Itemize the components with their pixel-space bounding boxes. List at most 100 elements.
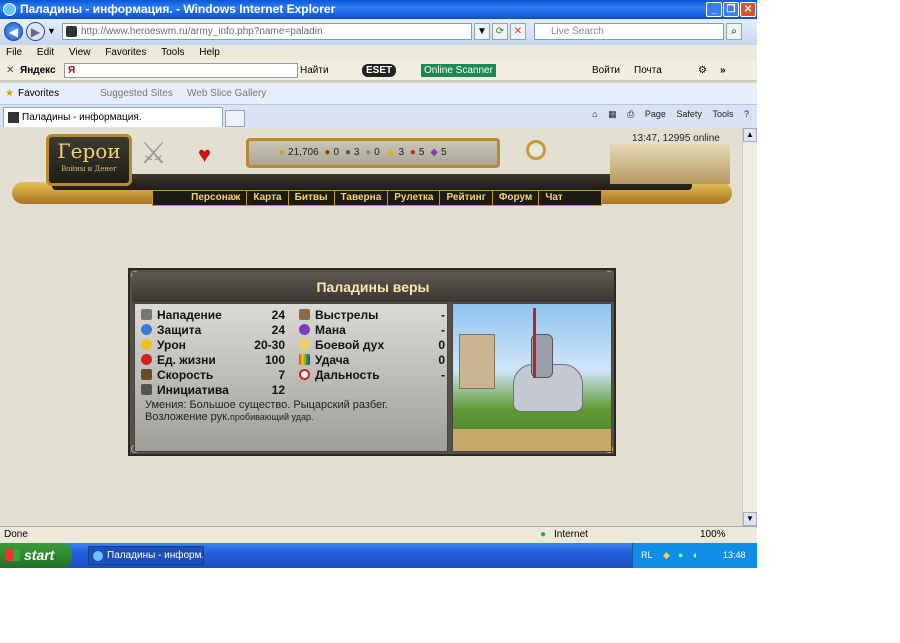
nav-map[interactable]: Карта [247,191,289,205]
logo-subtitle: Войны и Денег [61,165,117,173]
print-icon[interactable]: ⎙ [627,109,634,119]
menu-edit[interactable]: Edit [37,47,54,58]
vertical-scrollbar[interactable]: ▲ ▼ [742,128,757,526]
stat-health-label: Ед. жизни [157,353,216,367]
back-button[interactable]: ◀ [4,22,23,41]
address-row: ◀ ▶ ▼ http://www.heroeswm.ru/army_info.p… [0,19,757,45]
volume-icon[interactable]: ◐ [693,543,698,568]
nav-rating[interactable]: Рейтинг [440,191,493,205]
stat-morale: Боевой дух [299,338,384,352]
page-menu[interactable]: Page [645,109,666,119]
language-indicator[interactable]: RL [641,543,653,568]
yandex-find-button[interactable]: Найти [300,60,329,81]
windows-logo-icon [6,549,20,561]
yandex-brand[interactable]: Яндекс [20,60,56,81]
logo-title: Герои [57,139,121,163]
sulfur-icon: ▲ [385,147,396,158]
crystal-icon: ● [409,147,416,158]
unit-skills: Умения: Большое существо. Рыцарский разб… [145,399,445,423]
compatibility-icon[interactable]: ▼ [474,23,490,40]
wood-icon: ● [324,147,331,158]
site-favicon [66,26,77,37]
status-text: Done [4,529,28,540]
taskbar-ie-window[interactable]: Паладины - информ... [88,546,204,565]
nav-forum[interactable]: Форум [493,191,540,205]
maximize-button[interactable]: ❐ [723,2,739,17]
menu-file[interactable]: File [6,47,22,58]
stat-mana-value: - [441,323,445,337]
eset-logo[interactable]: ESET [362,64,397,77]
shield-icon[interactable]: ◆ [663,543,670,568]
new-tab-button[interactable] [225,110,245,127]
mana-icon [299,324,310,335]
header-dark-base [52,174,692,190]
castle-image [610,144,730,184]
search-input[interactable]: Live Search [534,23,724,40]
stat-health: Ед. жизни [141,353,216,367]
nav-tavern[interactable]: Таверна [335,191,389,205]
gear-icon[interactable]: ⚙ [698,60,707,81]
yandex-search-input[interactable]: Я [64,63,298,78]
refresh-icon[interactable]: ⟳ [492,23,508,40]
stat-damage-label: Урон [157,338,186,352]
menu-help[interactable]: Help [199,47,220,58]
safety-menu[interactable]: Safety [676,109,702,119]
zoom-level[interactable]: 100% [700,527,726,543]
browser-window: Паладины - информация. - Windows Interne… [0,0,757,568]
home-icon[interactable]: ⌂ [592,109,597,119]
attack-icon [141,309,152,320]
speed-icon [141,369,152,380]
ring-icon[interactable] [526,140,546,160]
tab-title: Паладины - информация. [22,112,142,123]
address-url: http://www.heroeswm.ru/army_info.php?nam… [81,26,323,37]
stat-attack-label: Нападение [157,308,222,322]
stop-icon[interactable]: ✕ [510,23,526,40]
stat-speed-value: 7 [278,368,285,382]
tools-menu[interactable]: Tools [712,109,733,119]
stat-speed-label: Скорость [157,368,214,382]
online-scanner-button[interactable]: Online Scanner [421,64,496,77]
search-go-icon[interactable]: ⌕ [726,23,742,40]
sword-icon: ⚔ [140,137,167,170]
nav-roulette[interactable]: Рулетка [388,191,441,205]
lance-image [533,308,536,378]
gems-icon: ◆ [430,147,438,158]
scroll-down-icon[interactable]: ▼ [743,512,757,526]
scroll-up-icon[interactable]: ▲ [743,128,757,142]
nav-character[interactable]: Персонаж [185,191,248,205]
network-icon[interactable]: ● [678,543,683,568]
hourglass-icon [141,384,152,395]
mail-button[interactable]: Почта [634,60,662,81]
chevron-more-icon[interactable]: » [720,60,726,81]
help-icon[interactable]: ? [744,109,749,119]
tab-current[interactable]: Паладины - информация. [3,107,223,127]
ie-task-icon [93,551,103,561]
address-field[interactable]: http://www.heroeswm.ru/army_info.php?nam… [62,23,472,40]
minimize-button[interactable]: _ [706,2,722,17]
menu-view[interactable]: View [69,47,91,58]
nav-battles[interactable]: Битвы [289,191,335,205]
zone-text: Internet [554,529,588,540]
menu-tools[interactable]: Tools [161,47,184,58]
nav-chat[interactable]: Чат [539,191,569,205]
start-label: start [24,547,55,563]
close-button[interactable]: ✕ [740,2,756,17]
unit-stats-box: Нападение 24 Защита 24 Урон 20-30 Ед. жи… [134,303,448,452]
mercury-icon: ● [365,147,372,158]
toolbar-close-icon[interactable]: ✕ [6,60,14,81]
stat-range-label: Дальность [315,368,380,382]
stat-shots-label: Выстрелы [315,308,379,322]
start-button[interactable]: start [0,543,72,568]
favorites-button[interactable]: Favorites [18,83,59,105]
gold-value: 21,706 [288,147,319,158]
resource-bar: ● 21,706 ● 0 ● 3 ● 0 ▲ 3 ● 5 ◆ 5 [246,138,500,168]
forward-button[interactable]: ▶ [26,22,45,41]
stat-initiative: Инициатива [141,383,229,397]
history-dropdown-icon[interactable]: ▼ [47,26,56,36]
login-button[interactable]: Войти [592,60,620,81]
feeds-icon[interactable]: ▦ [608,109,617,119]
menu-favorites[interactable]: Favorites [105,47,146,58]
suggested-sites-link[interactable]: Suggested Sites [100,83,173,105]
game-logo[interactable]: Герои Войны и Денег [46,134,132,186]
web-slice-gallery-link[interactable]: Web Slice Gallery [187,83,266,105]
